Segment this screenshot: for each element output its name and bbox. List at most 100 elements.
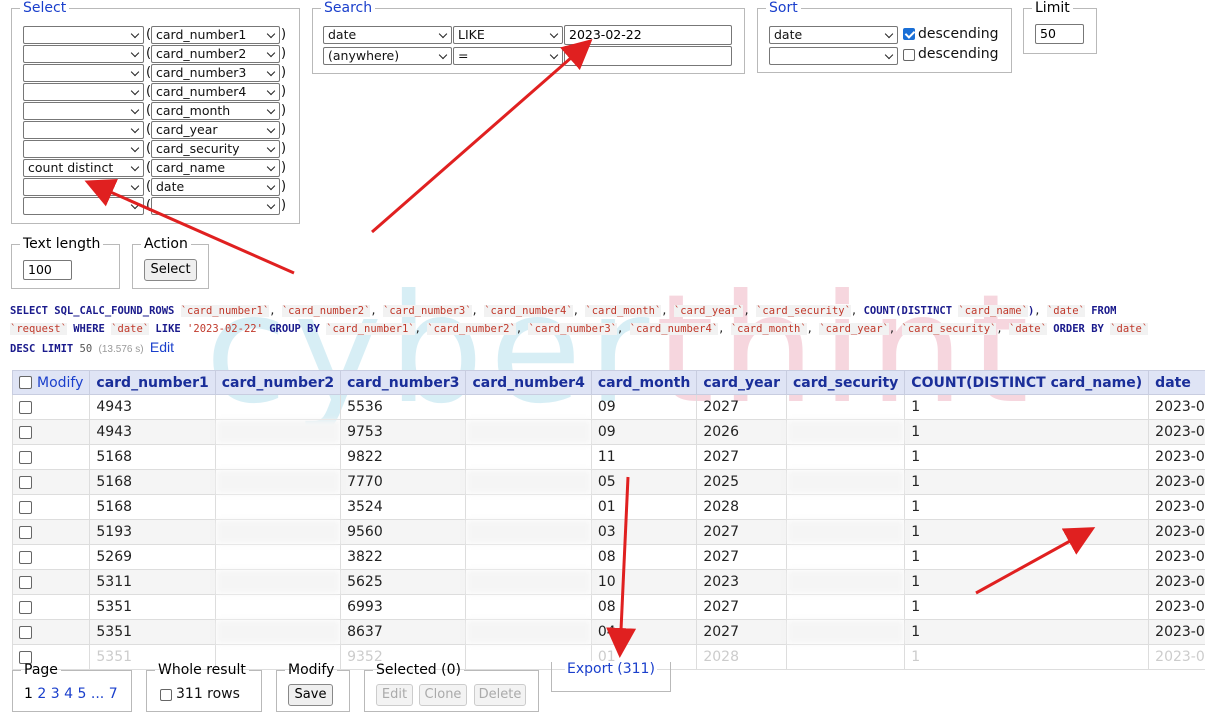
select-column-9[interactable]: date <box>151 178 280 196</box>
row-select-cell[interactable] <box>11 494 91 520</box>
row-select-cell[interactable] <box>11 394 91 420</box>
column-header-card-number3[interactable]: card_number3 <box>340 370 467 395</box>
select-function-10[interactable] <box>23 197 144 215</box>
close-paren: ) <box>281 103 287 118</box>
close-paren: ) <box>281 27 287 42</box>
export-link[interactable]: Export (311) <box>565 661 657 677</box>
select-all-checkbox[interactable] <box>19 376 32 389</box>
column-header-card-month[interactable]: card_month <box>590 370 698 395</box>
select-function-2[interactable] <box>23 45 144 63</box>
row-select-cell[interactable] <box>11 594 91 620</box>
row-select-cell[interactable] <box>11 519 91 545</box>
sql-query-text: SELECT SQL_CALC_FOUND_ROWS `card_number1… <box>10 305 1149 355</box>
select-function-4[interactable] <box>23 83 144 101</box>
table-cell-card-number2 <box>214 544 342 570</box>
search-value-input-2[interactable] <box>564 46 732 66</box>
search-operator-select-1[interactable]: LIKE <box>453 26 563 44</box>
row-select-cell[interactable] <box>11 419 91 445</box>
sql-token: 50 <box>79 343 93 355</box>
table-cell-date: 2023-02-22 <box>1148 644 1205 670</box>
sql-token: `date` <box>1110 323 1149 335</box>
column-header-card-number2[interactable]: card_number2 <box>214 370 342 395</box>
row-checkbox[interactable] <box>19 600 32 614</box>
page-link-5[interactable]: 5 <box>78 686 87 702</box>
select-column-10[interactable] <box>151 197 280 215</box>
select-button[interactable]: Select <box>144 259 197 281</box>
row-checkbox[interactable] <box>19 400 32 414</box>
sort-column-select-2[interactable] <box>769 47 898 65</box>
page-link-2[interactable]: 2 <box>37 686 46 702</box>
edit-query-link[interactable]: Edit <box>150 339 174 355</box>
table-cell-count-distinct-card-name-: 1 <box>904 644 1150 670</box>
save-button[interactable]: Save <box>288 684 333 706</box>
search-operator-select-2[interactable]: = <box>453 47 563 65</box>
sql-token: , <box>661 305 674 317</box>
select-function-5[interactable] <box>23 102 144 120</box>
edit-selected-button[interactable]: Edit <box>376 684 413 706</box>
search-column-select-1[interactable]: date <box>323 26 452 44</box>
page-link-4[interactable]: 4 <box>64 686 73 702</box>
select-function-3[interactable] <box>23 64 144 82</box>
sort-column-select-1[interactable]: date <box>769 26 898 44</box>
whole-result-checkbox[interactable] <box>160 689 172 701</box>
close-paren: ) <box>281 198 287 213</box>
column-header-card-security[interactable]: card_security <box>785 370 906 395</box>
select-column-7[interactable]: card_security <box>151 140 280 158</box>
row-select-cell[interactable] <box>11 544 91 570</box>
search-value-input-1[interactable]: 2023-02-22 <box>564 25 732 45</box>
row-checkbox[interactable] <box>19 525 32 539</box>
row-select-cell[interactable] <box>11 444 91 470</box>
select-function-1[interactable] <box>23 26 144 44</box>
select-function-6[interactable] <box>23 121 144 139</box>
select-function-7[interactable] <box>23 140 144 158</box>
delete-button[interactable]: Delete <box>474 684 526 706</box>
row-checkbox[interactable] <box>19 450 32 464</box>
table-cell-card-security <box>785 644 906 670</box>
sql-token: , <box>718 323 731 335</box>
table-row: 5351 8637 042027 12023-02-22 <box>11 619 1205 645</box>
limit-input[interactable]: 50 <box>1035 24 1084 44</box>
select-column-1[interactable]: card_number1 <box>151 26 280 44</box>
modify-header[interactable]: Modify <box>11 370 91 395</box>
table-cell-card-year: 2026 <box>696 419 787 445</box>
sql-token: `request` <box>10 323 67 335</box>
page-legend: Page <box>24 662 58 678</box>
column-header-count-distinct-card-name-[interactable]: COUNT(DISTINCT card_name) <box>904 370 1150 395</box>
text-length-input[interactable]: 100 <box>23 260 72 280</box>
column-header-card-number1[interactable]: card_number1 <box>89 370 216 395</box>
table-cell-date: 2023-02-22 <box>1148 469 1205 495</box>
sort-descending-checkbox-1[interactable] <box>903 28 915 40</box>
table-cell-card-year: 2028 <box>696 644 787 670</box>
select-column-3[interactable]: card_number3 <box>151 64 280 82</box>
sort-descending-checkbox-2[interactable] <box>903 49 915 61</box>
row-checkbox[interactable] <box>19 575 32 589</box>
page-link-3[interactable]: 3 <box>51 686 60 702</box>
column-header-date[interactable]: date <box>1148 370 1205 395</box>
page-link-7[interactable]: 7 <box>109 686 118 702</box>
select-function-9[interactable] <box>23 178 144 196</box>
row-select-cell[interactable] <box>11 569 91 595</box>
table-cell-card-number3: 9822 <box>340 444 467 470</box>
select-function-8[interactable]: count distinct <box>23 159 144 177</box>
select-column-4[interactable]: card_number4 <box>151 83 280 101</box>
search-column-select-2[interactable]: (anywhere) <box>323 47 452 65</box>
select-column-6[interactable]: card_year <box>151 121 280 139</box>
select-column-2[interactable]: card_number2 <box>151 45 280 63</box>
row-checkbox[interactable] <box>19 425 32 439</box>
row-select-cell[interactable] <box>11 619 91 645</box>
sql-token: FROM <box>1084 305 1117 317</box>
row-checkbox[interactable] <box>19 550 32 564</box>
select-column-5[interactable]: card_month <box>151 102 280 120</box>
column-header-card-number4[interactable]: card_number4 <box>465 370 592 395</box>
row-checkbox[interactable] <box>19 625 32 639</box>
table-cell-card-month: 05 <box>590 469 698 495</box>
select-column-8[interactable]: card_name <box>151 159 280 177</box>
clone-button[interactable]: Clone <box>419 684 467 706</box>
row-checkbox[interactable] <box>19 500 32 514</box>
column-header-card-year[interactable]: card_year <box>696 370 787 395</box>
table-cell-card-number1: 5351 <box>89 594 216 620</box>
row-checkbox[interactable] <box>19 475 32 489</box>
row-select-cell[interactable] <box>11 469 91 495</box>
table-cell-card-month: 09 <box>590 394 698 420</box>
table-cell-card-security <box>785 619 906 645</box>
